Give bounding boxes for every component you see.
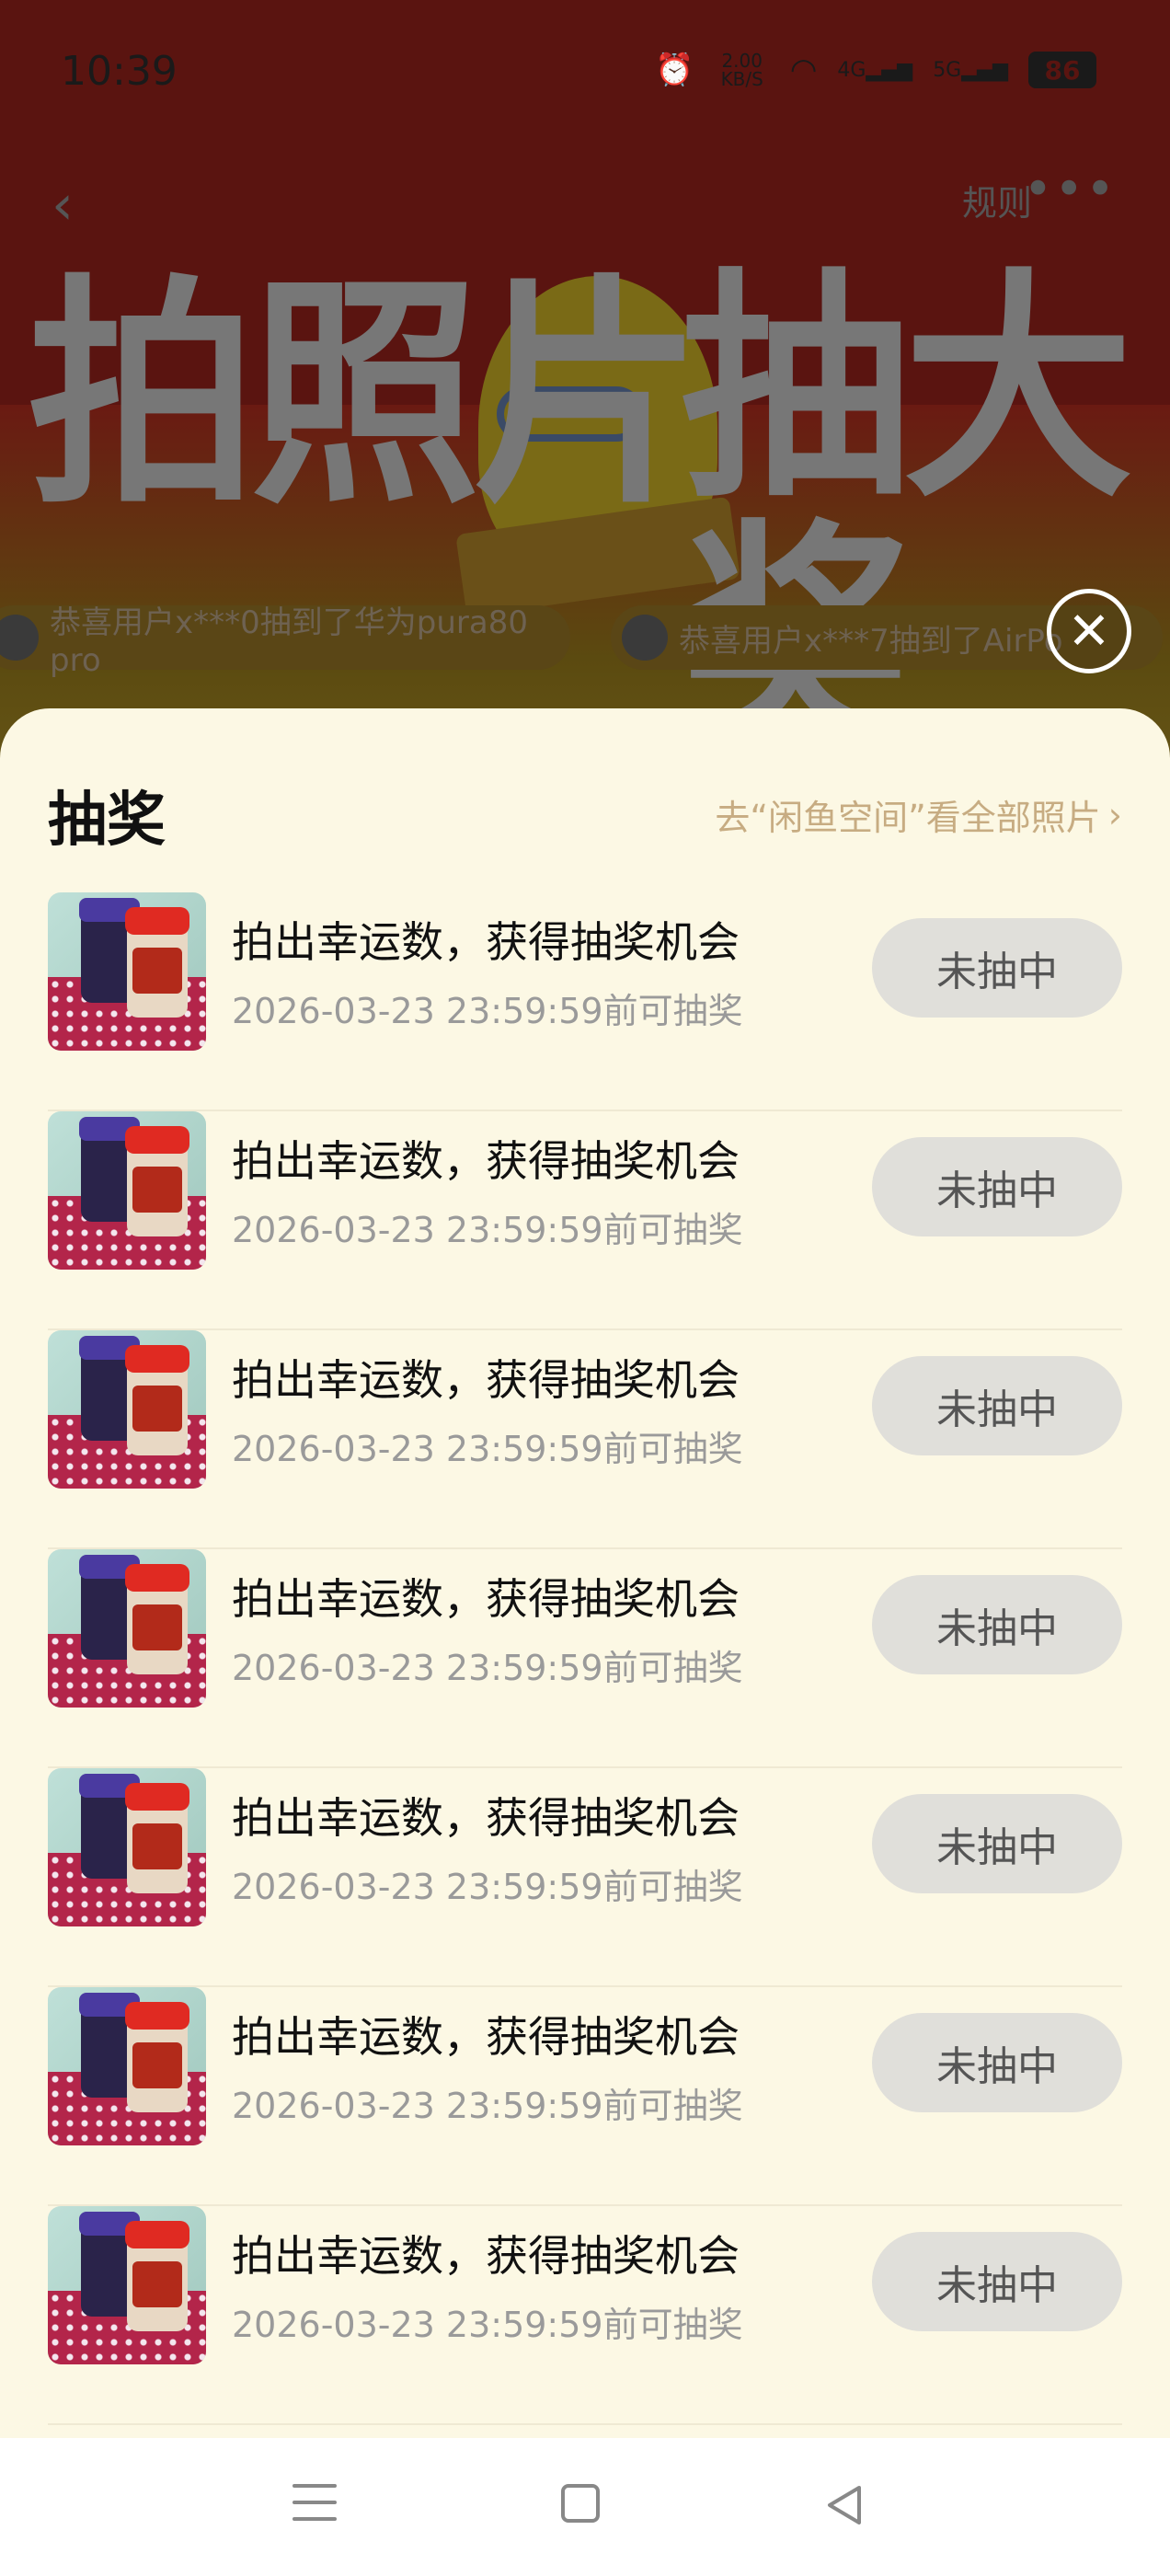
- item-deadline: 2026-03-23 23:59:59前可抽奖: [232, 1648, 743, 1688]
- home-icon[interactable]: [561, 2484, 600, 2523]
- item-deadline: 2026-03-23 23:59:59前可抽奖: [232, 1429, 743, 1469]
- banner-headline-right: 抽大奖: [681, 248, 1133, 765]
- item-deadline: 2026-03-23 23:59:59前可抽奖: [232, 1210, 743, 1250]
- photo-thumbnail[interactable]: [48, 1330, 206, 1489]
- status-button[interactable]: 未抽中: [872, 918, 1122, 1018]
- background-page: 拍照片 抽大奖 10:39 ⏰ 2.00 KB/S ◠ 4G▂▄▆ 5G▂▄▆ …: [0, 0, 1170, 828]
- list-item: 拍出幸运数，获得抽奖机会 2026-03-23 23:59:59前可抽奖 未抽中: [48, 1111, 1122, 1330]
- item-title: 拍出幸运数，获得抽奖机会: [232, 2012, 740, 2062]
- photo-thumbnail[interactable]: [48, 2206, 206, 2364]
- list-item: 拍出幸运数，获得抽奖机会 2026-03-23 23:59:59前可抽奖 未抽中: [48, 1768, 1122, 1987]
- all-photos-link[interactable]: 去“闲鱼空间”看全部照片 ›: [715, 789, 1122, 840]
- lottery-list: 拍出幸运数，获得抽奖机会 2026-03-23 23:59:59前可抽奖 未抽中…: [48, 892, 1122, 2425]
- rules-link[interactable]: 规则: [962, 175, 1032, 225]
- status-icons: ⏰ 2.00 KB/S ◠ 4G▂▄▆ 5G▂▄▆ 86: [655, 52, 1096, 88]
- item-title: 拍出幸运数，获得抽奖机会: [232, 1574, 740, 1624]
- winner-ticker: 恭喜用户x***0抽到了华为pura80 pro 恭喜用户x***7抽到了Air…: [0, 604, 1170, 679]
- battery-icon: 86: [1028, 52, 1096, 88]
- close-icon: ✕: [1067, 601, 1111, 661]
- system-nav-bar: [0, 2438, 1170, 2576]
- item-deadline: 2026-03-23 23:59:59前可抽奖: [232, 2305, 743, 2345]
- wifi-icon: ◠: [789, 52, 818, 88]
- ticker-text: 恭喜用户x***7抽到了AirPo: [679, 622, 1063, 660]
- item-title: 拍出幸运数，获得抽奖机会: [232, 1136, 740, 1186]
- item-title: 拍出幸运数，获得抽奖机会: [232, 1793, 740, 1843]
- menu-icon[interactable]: [292, 2484, 337, 2523]
- all-photos-label: 去“闲鱼空间”看全部照片: [715, 798, 1101, 838]
- photo-thumbnail[interactable]: [48, 1987, 206, 2145]
- photo-thumbnail[interactable]: [48, 1768, 206, 1926]
- sim2-signal: 5G▂▄▆: [933, 58, 1008, 82]
- list-item: 拍出幸运数，获得抽奖机会 2026-03-23 23:59:59前可抽奖 未抽中: [48, 892, 1122, 1111]
- status-bar: 10:39 ⏰ 2.00 KB/S ◠ 4G▂▄▆ 5G▂▄▆ 86: [0, 0, 1170, 147]
- more-dots-icon[interactable]: •••: [1023, 160, 1117, 218]
- sheet-title: 抽奖: [48, 787, 166, 855]
- status-button[interactable]: 未抽中: [872, 2013, 1122, 2112]
- chevron-right-icon: ›: [1107, 794, 1122, 835]
- status-button[interactable]: 未抽中: [872, 1575, 1122, 1674]
- list-item: 拍出幸运数，获得抽奖机会 2026-03-23 23:59:59前可抽奖 未抽中: [48, 1987, 1122, 2206]
- photo-thumbnail[interactable]: [48, 1111, 206, 1270]
- photo-thumbnail[interactable]: [48, 1549, 206, 1708]
- alarm-icon: ⏰: [655, 52, 694, 88]
- status-button[interactable]: 未抽中: [872, 2232, 1122, 2331]
- banner-headline-left: 拍照片: [28, 254, 703, 536]
- top-nav: ‹ 规则 •••: [0, 156, 1170, 239]
- back-triangle-icon[interactable]: [824, 2484, 866, 2526]
- photo-thumbnail[interactable]: [48, 892, 206, 1051]
- status-time: 10:39: [61, 48, 178, 95]
- status-button[interactable]: 未抽中: [872, 1794, 1122, 1893]
- net-speed: 2.00 KB/S: [720, 50, 763, 90]
- ticker-item: 恭喜用户x***0抽到了华为pura80 pro: [0, 604, 570, 679]
- item-title: 拍出幸运数，获得抽奖机会: [232, 917, 740, 967]
- item-deadline: 2026-03-23 23:59:59前可抽奖: [232, 991, 743, 1031]
- chevron-left-icon[interactable]: ‹: [52, 173, 74, 237]
- status-button[interactable]: 未抽中: [872, 1356, 1122, 1455]
- list-item: 拍出幸运数，获得抽奖机会 2026-03-23 23:59:59前可抽奖 未抽中: [48, 2206, 1122, 2425]
- item-title: 拍出幸运数，获得抽奖机会: [232, 2231, 740, 2281]
- avatar: [622, 615, 668, 661]
- list-item: 拍出幸运数，获得抽奖机会 2026-03-23 23:59:59前可抽奖 未抽中: [48, 1330, 1122, 1549]
- list-item: 拍出幸运数，获得抽奖机会 2026-03-23 23:59:59前可抽奖 未抽中: [48, 1549, 1122, 1768]
- close-button[interactable]: ✕: [1047, 589, 1131, 673]
- status-button[interactable]: 未抽中: [872, 1137, 1122, 1236]
- avatar: [0, 615, 39, 661]
- item-title: 拍出幸运数，获得抽奖机会: [232, 1355, 740, 1405]
- sim1-signal: 4G▂▄▆: [837, 58, 913, 82]
- lottery-sheet: 抽奖 去“闲鱼空间”看全部照片 › 拍出幸运数，获得抽奖机会 2026-03-2…: [0, 708, 1170, 2438]
- item-deadline: 2026-03-23 23:59:59前可抽奖: [232, 2086, 743, 2126]
- ticker-text: 恭喜用户x***0抽到了华为pura80 pro: [50, 604, 528, 679]
- item-deadline: 2026-03-23 23:59:59前可抽奖: [232, 1867, 743, 1907]
